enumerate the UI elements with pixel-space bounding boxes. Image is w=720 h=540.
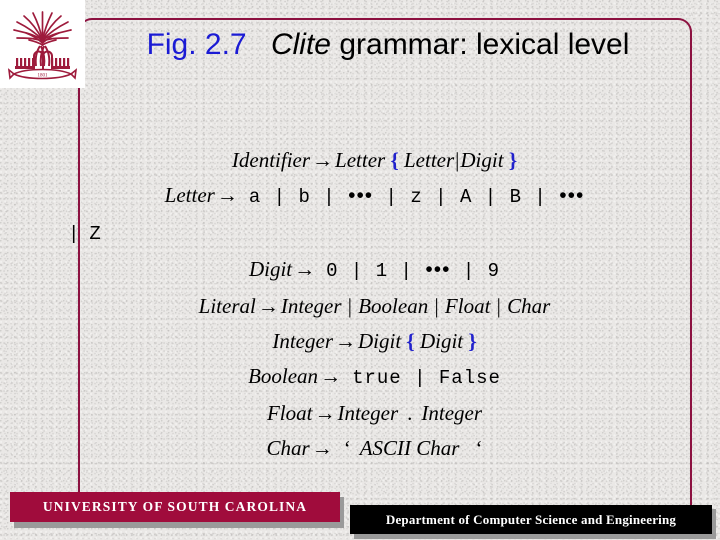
ellipsis-icon: ••• bbox=[559, 183, 585, 207]
terminal-False: False bbox=[438, 367, 501, 389]
brace-close-icon: } bbox=[468, 329, 477, 353]
brace-close-icon: } bbox=[508, 148, 518, 172]
rule-rhs-nonterminal: Float bbox=[444, 294, 491, 318]
alternation-bar: | bbox=[522, 186, 560, 208]
rule-rhs-nonterminal: Boolean bbox=[358, 294, 429, 318]
rule-rhs-nonterminal: Char bbox=[507, 294, 551, 318]
arrow-icon: → bbox=[314, 401, 336, 425]
grammar-rule-literal: Literal→Integer | Boolean | Float | Char bbox=[62, 289, 687, 324]
usc-palmetto-logo: 1801 bbox=[0, 0, 85, 88]
decimal-point: . bbox=[407, 401, 413, 425]
arrow-icon: → bbox=[312, 148, 334, 172]
rule-lhs-integer: Integer bbox=[272, 329, 333, 353]
terminal-B: B bbox=[509, 186, 523, 208]
figure-number: Fig. 2.7 bbox=[146, 28, 247, 61]
ellipsis-icon: ••• bbox=[425, 257, 451, 281]
grammar-rule-digit: Digit→ 0 | 1 | ••• | 9 bbox=[62, 252, 687, 289]
rule-lhs-digit: Digit bbox=[248, 257, 293, 281]
alternation-bar: | bbox=[450, 260, 488, 282]
alternation-bar: | bbox=[310, 186, 349, 208]
slide-canvas: 1801 Fig. 2.7 Clite grammar: lexical lev… bbox=[0, 0, 720, 540]
arrow-icon: → bbox=[311, 436, 333, 460]
rule-rhs-nonterminal: Digit bbox=[460, 148, 509, 172]
terminal-b: b bbox=[298, 186, 311, 208]
terminal-1: 1 bbox=[375, 260, 389, 282]
palmetto-tree-icon: 1801 bbox=[7, 11, 78, 80]
alternation-bar: | bbox=[68, 223, 81, 245]
arrow-icon: → bbox=[335, 329, 356, 353]
grammar-rule-float: Float→Integer. Integer bbox=[62, 396, 687, 431]
terminal-A: A bbox=[460, 186, 473, 208]
grammar-rule-identifier: Identifier→Letter { Letter|Digit } bbox=[62, 143, 687, 178]
language-name: Clite bbox=[270, 28, 331, 61]
alternation-bar: | bbox=[422, 186, 460, 208]
brace-open-icon: { bbox=[390, 148, 399, 172]
terminal-9: 9 bbox=[487, 260, 501, 282]
rule-rhs-nonterminal: Integer bbox=[280, 294, 342, 318]
arrow-icon: → bbox=[257, 294, 279, 318]
terminal-a: a bbox=[248, 186, 262, 208]
alternation-bar: | bbox=[491, 294, 507, 318]
grammar-rule-letter: Letter→ a | b | ••• | z | A | B | ••• bbox=[62, 178, 687, 215]
rule-rhs-nonterminal: Digit bbox=[414, 329, 469, 353]
grammar-rule-boolean: Boolean→ true | False bbox=[62, 359, 687, 396]
rule-rhs-nonterminal: Digit bbox=[358, 329, 402, 353]
rule-lhs-boolean: Boolean bbox=[248, 364, 319, 388]
terminal-Z-upper: Z bbox=[89, 223, 102, 245]
alternation-bar: | bbox=[401, 367, 439, 389]
grammar-rule-letter-continuation: | Z bbox=[62, 215, 687, 252]
alternation-bar: | bbox=[338, 260, 376, 282]
terminal-z-lower: z bbox=[410, 186, 423, 208]
rule-rhs-nonterminal: Letter bbox=[398, 148, 455, 172]
quote-open-icon: ‘ bbox=[343, 436, 351, 460]
grammar-rule-char: Char→ ‘ ASCII Char ‘ bbox=[62, 431, 687, 466]
ascii-char-label: ASCII Char bbox=[359, 436, 460, 460]
terminal-true: true bbox=[352, 367, 402, 389]
grammar-rules-list: Identifier→Letter { Letter|Digit } Lette… bbox=[62, 143, 687, 466]
logo-motto-text: 1801 bbox=[38, 74, 49, 79]
ellipsis-icon: ••• bbox=[348, 183, 374, 207]
grammar-rule-integer: Integer→Digit { Digit } bbox=[62, 324, 687, 359]
department-footer-bar: Department of Computer Science and Engin… bbox=[350, 505, 712, 534]
terminal-0: 0 bbox=[326, 260, 339, 282]
department-label: Department of Computer Science and Engin… bbox=[385, 511, 677, 527]
brace-open-icon: { bbox=[406, 329, 415, 353]
arrow-icon: → bbox=[216, 183, 238, 207]
university-footer-bar: UNIVERSITY OF SOUTH CAROLINA bbox=[10, 492, 340, 522]
university-label: UNIVERSITY OF SOUTH CAROLINA bbox=[42, 499, 308, 514]
alternation-bar: | bbox=[429, 294, 444, 318]
rule-lhs-literal: Literal bbox=[198, 294, 256, 318]
alternation-bar: | bbox=[261, 186, 299, 208]
alternation-bar: | bbox=[472, 186, 510, 208]
rule-rhs-nonterminal: Letter bbox=[335, 148, 386, 172]
title-rest: grammar: lexical level bbox=[339, 28, 630, 61]
rule-lhs-float: Float bbox=[266, 401, 313, 425]
rule-lhs-letter: Letter bbox=[164, 183, 215, 207]
quote-close-icon: ‘ bbox=[475, 436, 483, 460]
rule-rhs-nonterminal: Integer bbox=[421, 401, 483, 425]
arrow-icon: → bbox=[294, 257, 316, 281]
arrow-icon: → bbox=[320, 364, 342, 388]
rule-lhs-char: Char bbox=[266, 436, 310, 460]
rule-lhs-identifier: Identifier bbox=[231, 148, 311, 172]
page-title: Fig. 2.7 Clite grammar: lexical level bbox=[92, 26, 684, 63]
alternation-bar: | bbox=[373, 186, 411, 208]
rule-rhs-nonterminal: Integer bbox=[337, 401, 399, 425]
alternation-bar: | bbox=[342, 294, 358, 318]
alternation-bar: | bbox=[388, 260, 426, 282]
